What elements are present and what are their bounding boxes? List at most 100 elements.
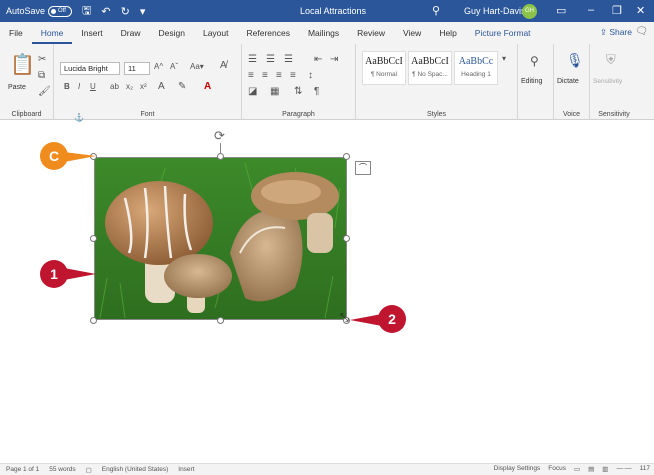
tab-home[interactable]: Home — [31, 22, 73, 44]
comments-icon[interactable]: 🗨 — [635, 26, 648, 37]
text-effects-icon[interactable]: A — [158, 81, 165, 92]
format-painter-icon[interactable]: 🖌 — [38, 86, 51, 97]
zoom-slider[interactable]: —·— — [616, 465, 631, 473]
italic-icon[interactable]: I — [78, 82, 80, 91]
language[interactable]: English (United States) — [102, 466, 168, 473]
styles-label: Styles — [426, 111, 447, 118]
increase-indent-icon[interactable]: ⇥ — [330, 54, 338, 65]
copy-icon[interactable]: ⧉ — [38, 70, 45, 81]
autosave-toggle[interactable]: Off — [48, 5, 73, 17]
tab-review[interactable]: Review — [348, 22, 394, 44]
read-mode-icon[interactable]: ▭ — [574, 465, 580, 473]
decrease-indent-icon[interactable]: ⇤ — [314, 54, 322, 65]
search-icon[interactable]: ⚲ — [432, 4, 440, 17]
microphone-icon[interactable]: 🎙 — [566, 52, 584, 69]
borders-icon[interactable]: ▦ — [270, 86, 279, 97]
clear-formatting-icon[interactable]: A̸ — [220, 60, 227, 71]
page-count[interactable]: Page 1 of 1 — [6, 466, 39, 473]
tab-picture-format[interactable]: Picture Format — [466, 22, 540, 44]
style-heading-1-preview: AaBbCc — [458, 56, 494, 67]
sensitivity-button[interactable]: Sensitivity — [593, 78, 622, 85]
multilevel-list-icon[interactable]: ☰ — [284, 54, 293, 65]
paste-icon[interactable]: 📋 — [10, 52, 35, 77]
numbering-icon[interactable]: ☰ — [266, 54, 275, 65]
superscript-icon[interactable]: x² — [140, 82, 147, 91]
style-heading-1[interactable]: AaBbCc Heading 1 — [454, 51, 498, 85]
resize-handle-middle-left[interactable] — [90, 235, 97, 242]
layout-options-icon[interactable]: ⌒ — [355, 161, 371, 175]
save-icon[interactable]: 🖫 — [82, 2, 91, 21]
align-left-icon[interactable]: ≡ — [248, 70, 254, 81]
undo-icon[interactable]: ↶ — [101, 5, 110, 18]
mushroom-picture[interactable] — [94, 157, 347, 320]
avatar[interactable]: GH — [522, 4, 537, 19]
print-layout-icon[interactable]: ▤ — [588, 465, 594, 473]
web-layout-icon[interactable]: ▥ — [602, 465, 608, 473]
dictate-button[interactable]: Dictate — [557, 78, 579, 85]
tab-file[interactable]: File — [0, 22, 32, 44]
highlight-icon[interactable]: ✎ — [178, 81, 186, 92]
font-color-icon[interactable]: A — [204, 81, 211, 92]
resize-handle-bottom-left[interactable] — [90, 317, 97, 324]
customize-qat-icon[interactable]: ▾ — [140, 5, 146, 18]
tab-view[interactable]: View — [394, 22, 430, 44]
subscript-icon[interactable]: x₂ — [126, 82, 133, 91]
close-icon[interactable]: ✕ — [636, 4, 645, 17]
ribbon-display-icon[interactable]: ▭ — [556, 4, 566, 17]
callout-2-arrow — [350, 314, 382, 326]
bold-icon[interactable]: B — [64, 82, 70, 91]
resize-handle-top-right[interactable] — [343, 153, 350, 160]
resize-handle-middle-right[interactable] — [343, 235, 350, 242]
find-icon[interactable]: ⚲ — [530, 54, 539, 68]
shrink-font-icon[interactable]: Aˇ — [170, 62, 178, 71]
focus-mode[interactable]: Focus — [548, 465, 566, 473]
tab-help[interactable]: Help — [430, 22, 465, 44]
underline-icon[interactable]: U — [90, 82, 96, 91]
tab-layout[interactable]: Layout — [194, 22, 238, 44]
autosave[interactable]: AutoSave Off — [6, 5, 73, 17]
share-button[interactable]: ⇪ Share — [600, 27, 632, 38]
bullets-icon[interactable]: ☰ — [248, 54, 257, 65]
proofing-icon[interactable]: ▢ — [86, 466, 92, 474]
document-title[interactable]: Local Attractions — [300, 6, 366, 16]
font-name-box[interactable]: Lucida Bright — [60, 62, 120, 75]
align-right-icon[interactable]: ≡ — [276, 70, 282, 81]
user-name[interactable]: Guy Hart-Davis — [464, 6, 526, 16]
restore-icon[interactable]: ❐ — [612, 4, 622, 17]
status-right: Display Settings Focus ▭ ▤ ▥ —·— 117 — [494, 465, 650, 473]
grow-font-icon[interactable]: A^ — [154, 62, 163, 71]
zoom-level[interactable]: 117 — [640, 465, 650, 473]
redo-icon[interactable]: ↻ — [121, 5, 130, 18]
show-formatting-icon[interactable]: ¶ — [314, 86, 319, 97]
sort-icon[interactable]: ⇅ — [294, 86, 302, 97]
resize-handle-bottom-center[interactable] — [217, 317, 224, 324]
display-settings[interactable]: Display Settings — [494, 465, 541, 473]
style-normal[interactable]: AaBbCcI ¶ Normal — [362, 51, 406, 85]
style-no-spacing[interactable]: AaBbCcI ¶ No Spac... — [408, 51, 452, 85]
sensitivity-icon[interactable]: ⛨ — [606, 52, 616, 68]
strikethrough-icon[interactable]: ab — [110, 82, 119, 91]
line-spacing-icon[interactable]: ↕ — [308, 70, 313, 81]
paste-label[interactable]: Paste — [8, 84, 26, 91]
word-count[interactable]: 55 words — [49, 466, 75, 473]
resize-handle-top-center[interactable] — [217, 153, 224, 160]
align-center-icon[interactable]: ≡ — [262, 70, 268, 81]
ribbon-tabs: File Home Insert Draw Design Layout Refe… — [0, 22, 654, 44]
change-case-icon[interactable]: Aa▾ — [190, 62, 204, 71]
paragraph-group: ☰ ☰ ☰ ⇤ ⇥ ≡ ≡ ≡ ≡ ↕ ◪ ▦ ⇅ ¶ Paragraph — [242, 44, 356, 120]
tab-design[interactable]: Design — [150, 22, 194, 44]
tab-mailings[interactable]: Mailings — [299, 22, 348, 44]
sensitivity-label: Sensitivity — [598, 111, 630, 118]
font-size-box[interactable]: 11 — [124, 62, 150, 75]
styles-more-icon[interactable]: ▾ — [502, 54, 506, 63]
cut-icon[interactable]: ✂ — [38, 54, 46, 65]
rotate-handle-icon[interactable]: ⟳ — [214, 128, 225, 144]
tab-insert[interactable]: Insert — [72, 22, 111, 44]
tab-draw[interactable]: Draw — [112, 22, 150, 44]
edit-mode[interactable]: Insert — [178, 466, 194, 473]
shading-icon[interactable]: ◪ — [248, 86, 257, 97]
editing-button[interactable]: Editing — [521, 78, 542, 85]
justify-icon[interactable]: ≡ — [290, 70, 296, 81]
tab-references[interactable]: References — [238, 22, 299, 44]
minimize-icon[interactable]: – — [588, 4, 594, 16]
